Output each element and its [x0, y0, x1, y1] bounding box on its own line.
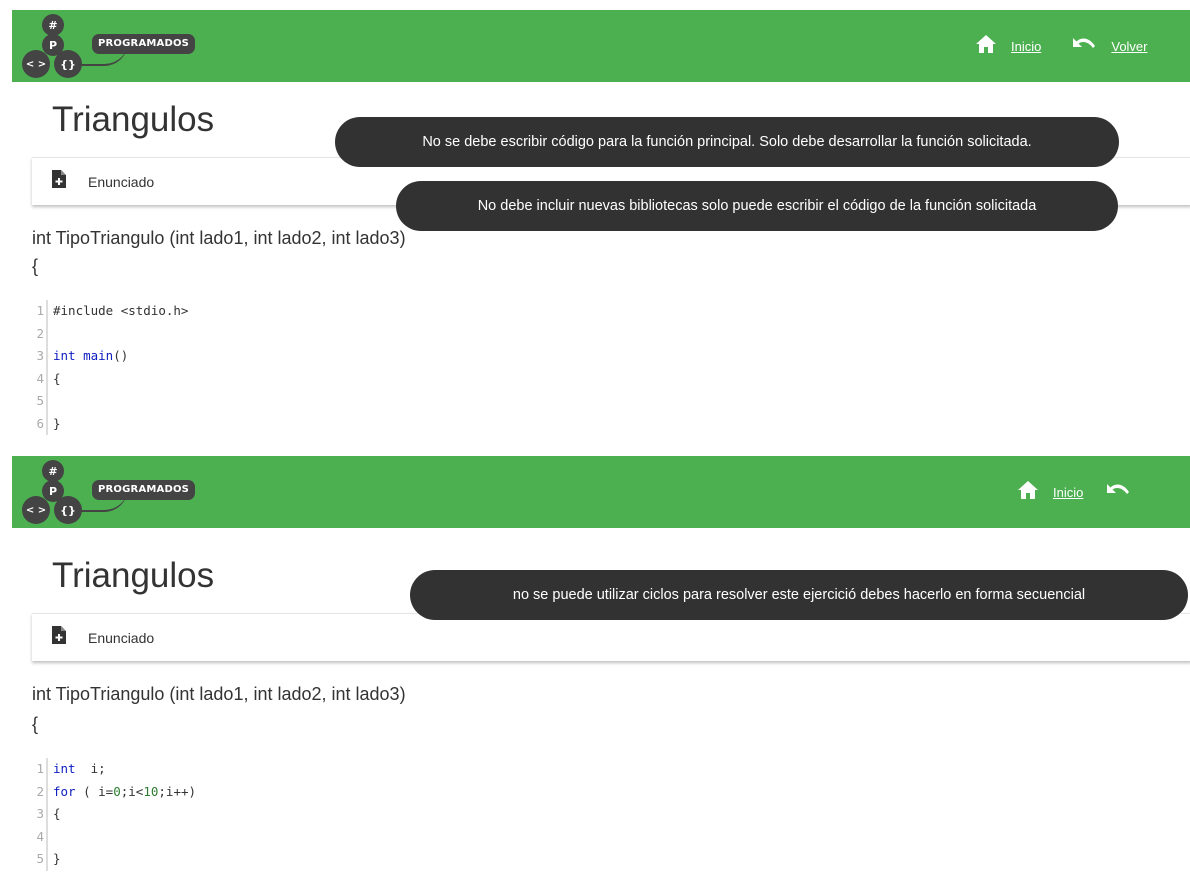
line-number: 2 [32, 322, 48, 345]
page-title: Triangulos [52, 556, 215, 595]
code-keyword: int [53, 348, 76, 363]
code-text: } [53, 415, 61, 431]
line-number: 2 [32, 780, 48, 803]
code-text: ;i++) [158, 783, 197, 799]
toast-message-2: No debe incluir nuevas bibliotecas solo … [396, 181, 1118, 231]
opening-brace: { [32, 714, 39, 734]
code-line: 2 for ( i=0;i<10;i++) [32, 780, 432, 803]
code-text: i; [75, 761, 106, 776]
code-text: () [113, 348, 129, 363]
code-text: { [53, 806, 61, 821]
opening-brace: { [32, 256, 39, 276]
nav-back-link[interactable]: Volver [1111, 39, 1147, 54]
line-number: 4 [32, 825, 48, 848]
logo-hash-circle: # [42, 14, 64, 36]
home-icon[interactable] [1017, 480, 1039, 505]
screenshot-panel-1: # P < > {} PROGRAMADOS Inicio Volver Tri… [0, 0, 1190, 450]
logo[interactable]: # P < > {} PROGRAMADOS [18, 12, 238, 82]
line-number: 5 [32, 390, 48, 413]
toast-message-1: No se debe escribir código para la funci… [335, 117, 1119, 167]
page-title: Triangulos [52, 100, 215, 139]
logo-code-circle: < > [22, 50, 50, 78]
screenshot-panel-2: # P < > {} PROGRAMADOS Inicio Triangulos… [0, 450, 1190, 890]
home-icon[interactable] [975, 34, 997, 59]
code-keyword: int [53, 761, 76, 776]
enunciado-label: Enunciado [88, 173, 155, 190]
toast-message-3: no se puede utilizar ciclos para resolve… [410, 570, 1188, 620]
document-add-icon [52, 170, 66, 193]
enunciado-label: Enunciado [88, 629, 155, 646]
top-navbar: # P < > {} PROGRAMADOS Inicio [12, 456, 1190, 528]
code-line: 2 [32, 322, 432, 346]
logo-code-circle: < > [22, 496, 50, 524]
code-number: 0 [113, 783, 121, 799]
logo-brace-circle: {} [54, 496, 82, 524]
code-text: { [53, 370, 61, 386]
document-add-icon [52, 626, 66, 649]
line-number: 1 [32, 300, 48, 323]
code-line: 5 [32, 390, 432, 413]
brand-name: PROGRAMADOS [92, 480, 196, 500]
code-text: } [53, 851, 61, 866]
line-number: 1 [32, 758, 48, 781]
code-line: 6} [32, 412, 432, 435]
enunciado-card[interactable]: Enunciado [32, 613, 1190, 661]
line-number: 4 [32, 367, 48, 390]
code-line: 4{ [32, 367, 432, 390]
code-line: 3{ [32, 803, 432, 826]
brand-name: PROGRAMADOS [92, 34, 196, 54]
line-number: 6 [32, 412, 48, 435]
code-text: #include <stdio.h> [53, 303, 189, 318]
logo-brace-circle: {} [54, 50, 82, 78]
code-line: 4 [32, 825, 432, 849]
code-line: 3 int main() [32, 345, 432, 368]
function-signature: int TipoTriangulo (int lado1, int lado2,… [32, 228, 406, 248]
code-editor[interactable]: 1 int i; 2 for ( i=0;i<10;i++) 3{ 4 5} [32, 758, 432, 871]
code-function-name: main [83, 348, 114, 363]
nav-home-link[interactable]: Inicio [1011, 39, 1041, 54]
logo-hash-circle: # [42, 460, 64, 482]
logo[interactable]: # P < > {} PROGRAMADOS [18, 458, 238, 528]
nav-links: Inicio [1017, 480, 1131, 505]
nav-links: Inicio Volver [975, 34, 1148, 59]
code-number: 10 [143, 783, 159, 799]
code-text: ( i= [75, 783, 114, 799]
line-number: 3 [32, 345, 48, 368]
undo-icon[interactable] [1071, 36, 1097, 57]
nav-home-link[interactable]: Inicio [1053, 485, 1083, 500]
code-editor[interactable]: 1 #include <stdio.h> 2 3 int main() 4{ 5 6… [32, 300, 432, 435]
code-line: 1 #include <stdio.h> [32, 300, 432, 323]
code-line: 1 int i; [32, 758, 432, 781]
undo-icon[interactable] [1105, 482, 1131, 503]
function-signature: int TipoTriangulo (int lado1, int lado2,… [32, 684, 406, 704]
line-number: 3 [32, 803, 48, 826]
code-line: 5} [32, 848, 432, 871]
top-navbar: # P < > {} PROGRAMADOS Inicio Volver [12, 10, 1190, 82]
code-text: ;i< [120, 783, 144, 799]
code-keyword: for [53, 783, 76, 799]
line-number: 5 [32, 848, 48, 871]
